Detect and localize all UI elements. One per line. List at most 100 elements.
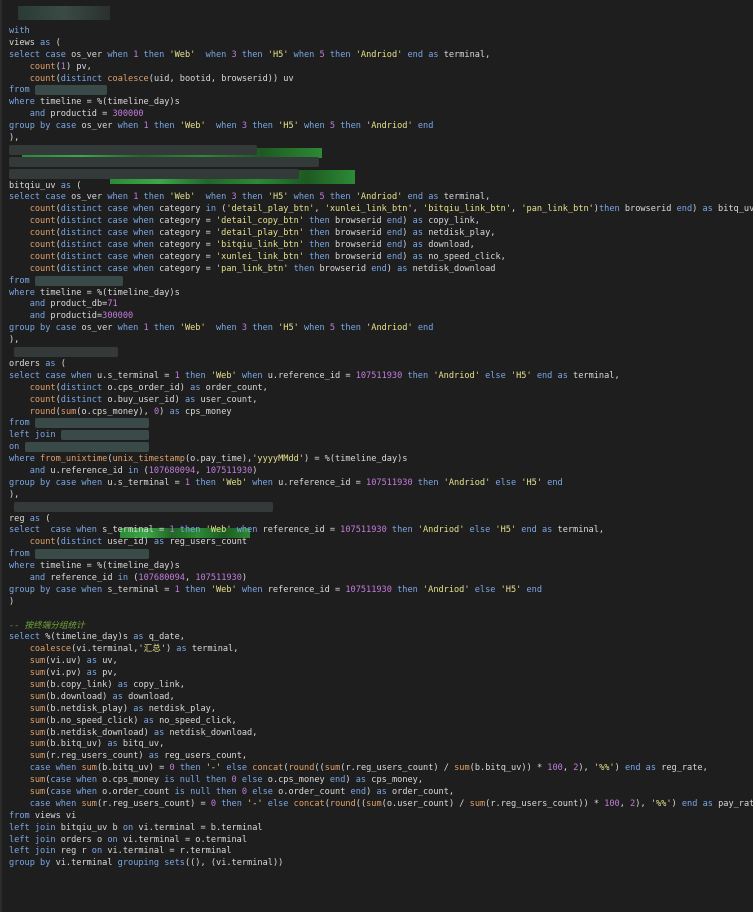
redacted-text: xxxxxxxxxxxxxxxxxxxxxxxxxxxxxxxxxxxxxxxx…: [9, 168, 299, 179]
code-token: else: [267, 798, 294, 809]
code-token: productid=: [50, 311, 103, 322]
code-token: terminal,: [191, 644, 239, 655]
code-token: user_count,: [200, 394, 258, 405]
code-token: ,: [412, 204, 424, 215]
code-token: as: [45, 358, 56, 369]
code-token: ): [143, 727, 154, 738]
code-token: count: [29, 263, 56, 274]
code-line: sum(b.netdisk_play) as netdisk_play,: [9, 704, 753, 716]
code-token: b.download: [50, 691, 103, 702]
code-line: on xxxxxxxxxxxxxxxxxxxxxxxx: [9, 442, 753, 454]
code-token: case when: [50, 787, 103, 797]
code-token: end: [350, 787, 367, 797]
code-token: 100: [547, 763, 563, 774]
code-token: ) = %: [303, 454, 330, 465]
code-token: when: [117, 323, 144, 334]
code-token: 107511930: [366, 477, 418, 488]
code-line: group by case when s_terminal = 1 then '…: [9, 585, 753, 597]
code-token: ): [179, 382, 191, 393]
code-token: pay_rate: [718, 798, 753, 809]
code-token: round: [288, 763, 315, 774]
code-token: ): [402, 228, 413, 239]
code-token: distinct: [60, 382, 108, 393]
code-token: else: [252, 787, 279, 797]
code-token: as: [29, 513, 41, 524]
code-token: 'H5': [278, 121, 304, 132]
code-token: b.netdisk_play: [50, 703, 123, 714]
code-token: uv: [278, 73, 294, 84]
code-token: from: [9, 85, 35, 96]
code-token: 5: [329, 121, 341, 132]
code-token: ),: [138, 406, 154, 417]
code-token: ): [402, 251, 413, 262]
code-area[interactable]: with views as (select case os_ver when 1 …: [9, 26, 753, 870]
code-token: where: [9, 97, 41, 108]
code-token: (: [71, 180, 82, 191]
code-token: unix_timestamp: [112, 454, 185, 465]
code-token: group by: [9, 858, 56, 869]
code-token: 107511930: [195, 572, 242, 583]
code-line: with: [9, 26, 753, 38]
code-token: end: [417, 121, 434, 132]
redacted-text: xxxxxxxxxxxxxxxxxxxxxxxxxxxxxxxxxxxxxxxx…: [9, 144, 258, 155]
code-token: as: [133, 632, 149, 643]
code-token: '%%': [593, 763, 615, 774]
code-token: 'bitqiu_link_btn': [216, 240, 310, 251]
code-token: distinct case when: [60, 263, 160, 274]
code-token: as: [190, 382, 206, 393]
code-line: xxxxxxxxxxxxxxxxxxxxxxxxxxxxxxxxxxxxxxxx…: [9, 168, 753, 181]
code-token: ): [345, 775, 356, 786]
code-line: select case when s_terminal = 1 then 'We…: [9, 525, 753, 537]
code-token: count: [29, 537, 56, 548]
code-token: ,: [200, 858, 211, 869]
code-token: timeline =: [40, 97, 97, 108]
code-line: and u.reference_id in (107680094, 107511…: [9, 466, 753, 478]
redacted-text: xxxxxxxxxxxxxxxxx: [60, 430, 149, 441]
code-line: and product_db=71: [9, 299, 753, 311]
code-token: 3: [231, 49, 242, 60]
code-token: 'detail_play_btn': [226, 204, 315, 215]
code-token: where: [9, 454, 41, 465]
code-token: 71: [107, 299, 118, 310]
code-token: ),: [635, 798, 651, 809]
code-token: 'H5': [500, 584, 527, 595]
code-line: and reference_id in (107680094, 10751193…: [9, 573, 753, 585]
code-token: then: [391, 525, 418, 536]
code-token: left join: [9, 846, 61, 857]
code-token: uv,: [102, 656, 118, 667]
code-token: u.s_terminal =: [107, 477, 185, 488]
code-token: cps_money: [185, 406, 232, 417]
code-token: distinct case when: [60, 240, 160, 251]
code-token: s_terminal =: [102, 525, 170, 536]
code-line: select case os_ver when 1 then 'Web' whe…: [9, 50, 753, 62]
code-line: where from_unixtime(unix_timestamp(o.pay…: [9, 454, 753, 466]
code-token: ): [122, 703, 134, 714]
code-token: sum: [29, 751, 46, 762]
code-token: download,: [428, 240, 475, 251]
code-token: as: [355, 775, 372, 786]
code-editor[interactable]: with views as (select case os_ver when 1 …: [0, 0, 753, 912]
code-token: as: [117, 679, 134, 690]
code-token: b.copy_link: [50, 679, 108, 690]
code-token: count: [29, 240, 56, 251]
code-token: (timeline_day)s: [102, 97, 180, 108]
code-token: ),: [578, 763, 594, 774]
gutter: [0, 0, 2, 912]
code-token: )): [272, 858, 284, 869]
code-token: select: [9, 632, 46, 643]
code-token: )) *: [578, 798, 605, 809]
code-token: 'xunlei_link_btn': [324, 204, 413, 215]
code-token: select case: [9, 49, 72, 60]
code-token: browserid: [335, 216, 387, 227]
code-token: count: [29, 216, 56, 227]
code-line: where timeline = %(timeline_day)s: [9, 288, 753, 300]
code-line: bitqiu_uv as (: [9, 181, 753, 193]
code-token: ): [76, 656, 87, 667]
